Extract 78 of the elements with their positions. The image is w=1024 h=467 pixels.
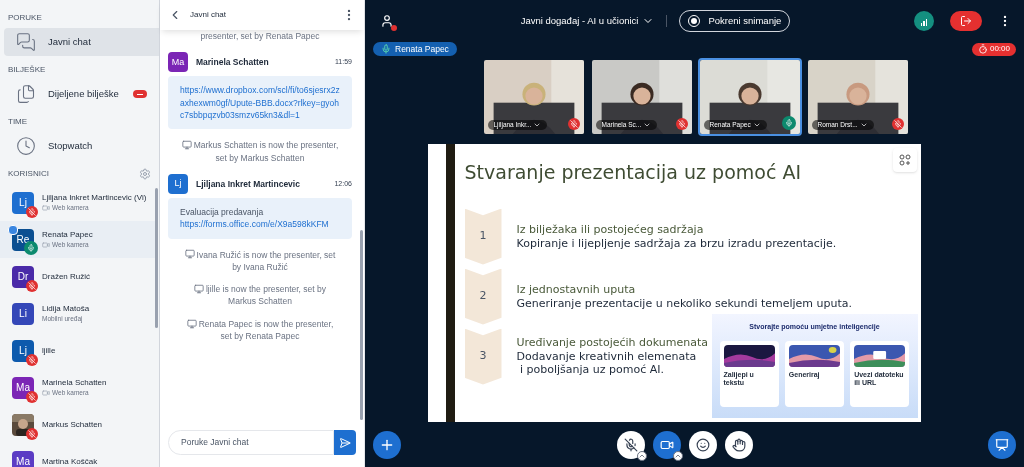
message-input[interactable]: Poruke Javni chat: [168, 430, 334, 455]
send-icon: [339, 436, 351, 449]
camera-button[interactable]: [652, 431, 681, 459]
camera-icon: [659, 438, 674, 452]
step-heading: Uređivanje postojećih dokumenata: [516, 335, 709, 350]
system-message: Ivana Ružić is now the presenter, set by Ivana Ružić: [180, 248, 340, 274]
message-text: Evaluacija predavanja: [180, 205, 265, 219]
talking-indicator: Renata Papec: [373, 42, 457, 56]
documents-icon: [16, 84, 36, 104]
section-title: BILJEŠKE: [7, 64, 47, 76]
step-number: 1: [464, 208, 502, 265]
section-title: TIME: [7, 116, 29, 128]
smiley-icon: [695, 438, 710, 452]
system-message: Markus Schatten is now the presenter, set by Markus Schatten: [180, 139, 340, 164]
section-title: PORUKE: [7, 12, 43, 24]
author-name: Marinela Schatten: [196, 55, 270, 69]
step-number: 3: [464, 328, 502, 385]
connection-status-icon[interactable]: [914, 11, 934, 31]
plus-icon: [379, 437, 395, 453]
user-avatar: Ma: [12, 450, 34, 467]
user-avatar: Ma: [168, 52, 188, 73]
muted-mic-icon: [623, 438, 638, 452]
actions-button[interactable]: [373, 431, 401, 459]
presentation-button[interactable]: [988, 431, 1016, 459]
scrollbar[interactable]: [155, 188, 158, 328]
user-name: Renata Papec: [42, 229, 93, 240]
step-heading: Iz jednostavnih uputa: [516, 282, 637, 297]
leave-button[interactable]: [950, 11, 982, 31]
chat-icon: [16, 32, 36, 52]
step-description: Dodavanje kreativnih elemenata i poboljšanja uz pomoć AI.: [516, 349, 698, 378]
user-item[interactable]: Dr Dražen Ružić: [0, 258, 155, 295]
caret-icon[interactable]: [636, 451, 647, 461]
user-name: Marinela Schatten: [42, 377, 107, 388]
microphone-button[interactable]: [616, 431, 645, 459]
back-button[interactable]: Javni chat: [168, 8, 227, 22]
user-item[interactable]: Ma Martina Koščak: [0, 443, 155, 467]
user-name: Ljiljana Inkret Martincevic (Vi): [42, 192, 147, 203]
clock-icon: [16, 136, 36, 156]
step-description: Kopiranje i lijepljenje sadržaja za brzu izradu prezentacije.: [516, 236, 837, 251]
reactions-button[interactable]: [688, 431, 717, 459]
step-description: Generiranje prezentacije u nekoliko sekundi temeljem uputa.: [516, 296, 853, 311]
session-timer: 00:00: [971, 42, 1016, 56]
hand-icon: [731, 438, 746, 452]
user-name: Lidija Matoša: [42, 303, 90, 314]
message-link[interactable]: https://www.dropbox.com/scl/fi/to6sjesrx2zaxhexwm0gf/Upute-BBB.docx?rlkey=gyohc7sbbpqzvb03smzv65kn3&dl=1: [180, 84, 340, 122]
system-message: ljille is now the presenter, set by Markus Schatten: [180, 283, 340, 308]
user-name: Dražen Ružić: [42, 271, 90, 282]
message-link[interactable]: https://forms.office.com/e/X9a598kKFM: [180, 218, 340, 231]
apps-button[interactable]: [892, 148, 917, 172]
sidebar-item[interactable]: Stopwatch: [4, 132, 159, 160]
timer-icon: [977, 44, 988, 54]
send-button[interactable]: [334, 430, 356, 455]
scrollbar[interactable]: [360, 230, 363, 420]
user-item[interactable]: Lj ljille: [0, 332, 155, 369]
system-message: presenter, set by Renata Papec: [200, 30, 320, 43]
user-name: ljille: [42, 345, 56, 356]
user-name: Martina Koščak: [42, 456, 98, 467]
step-number: 2: [464, 268, 502, 325]
section-title: KORISNICI: [8, 168, 49, 180]
sidebar-item[interactable]: Javni chat: [4, 28, 159, 56]
mic-icon: [381, 44, 391, 54]
leave-icon: [960, 15, 972, 27]
meeting-title[interactable]: Javni događaj - AI u učionici: [520, 13, 655, 29]
user-icon: [380, 14, 394, 28]
system-message: Renata Papec is now the presenter, set by Renata Papec: [180, 317, 340, 343]
user-item[interactable]: Markus Schatten: [0, 406, 155, 443]
user-avatar: Lj: [168, 173, 188, 194]
unread-badge: [133, 90, 147, 98]
slide-title: Stvaranje prezentacija uz pomoć AI: [464, 160, 801, 185]
user-name: Markus Schatten: [42, 419, 103, 430]
apps-icon: [898, 154, 911, 166]
presentation-icon: [995, 438, 1009, 452]
caret-icon[interactable]: [672, 451, 683, 461]
raise-hand-button[interactable]: [724, 431, 753, 459]
sidebar-item[interactable]: Dijeljene bilješke: [4, 80, 159, 108]
step-heading: Iz bilježaka ili postojećeg sadržaja: [516, 222, 705, 237]
author-name: Ljiljana Inkret Martincevic: [196, 177, 301, 191]
user-avatar: Li: [12, 302, 34, 325]
